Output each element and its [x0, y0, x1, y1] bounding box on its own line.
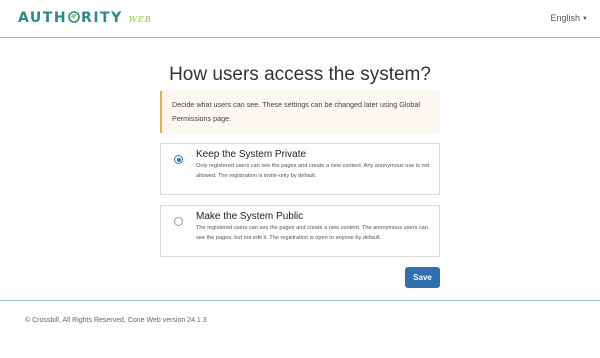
radio-private[interactable] — [174, 155, 183, 164]
page-title: How users access the system? — [169, 64, 431, 85]
language-label: English — [550, 13, 581, 23]
footer-copyright: © Crossbill, All Rights Reserved, Cone W… — [25, 317, 207, 324]
option-public-title: Make the System Public — [196, 211, 304, 222]
option-public-description: The registered users can see the pages a… — [196, 225, 428, 241]
logo-wordmark-right: RITY — [81, 10, 123, 26]
option-private[interactable]: Keep the System Private Only registered … — [160, 143, 440, 195]
radio-public[interactable] — [174, 217, 183, 226]
logo-subtitle: WEB — [128, 15, 152, 24]
logo-globe-icon — [68, 10, 80, 23]
info-notice: Decide what users can see. These setting… — [160, 91, 440, 133]
language-dropdown[interactable]: English ▼ — [551, 13, 588, 23]
top-bar: AUTH RITY WEB English ▼ — [0, 0, 600, 38]
option-private-title: Keep the System Private — [196, 149, 307, 160]
authority-web-logo[interactable]: AUTH RITY WEB — [18, 9, 152, 29]
footer-divider — [0, 300, 600, 301]
save-button[interactable]: Save — [405, 267, 440, 288]
option-private-description: Only registered users can see the pages … — [196, 163, 430, 179]
option-public[interactable]: Make the System Public The registered us… — [160, 205, 440, 257]
logo-wordmark-left: AUTH — [18, 10, 68, 26]
chevron-down-icon: ▼ — [582, 16, 588, 22]
